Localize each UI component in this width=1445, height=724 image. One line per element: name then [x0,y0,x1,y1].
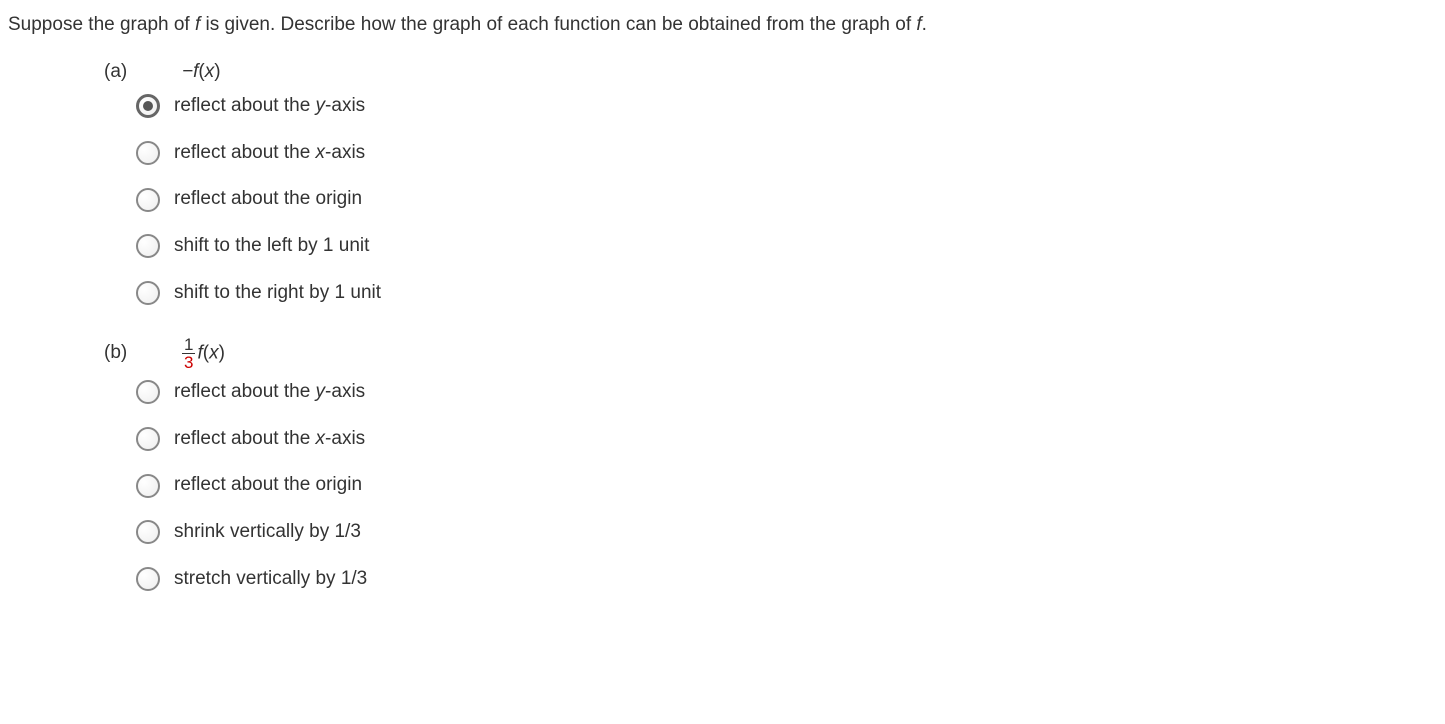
option-label: reflect about the x-axis [174,426,365,453]
opt-pre: shrink vertically by 1/3 [174,521,361,542]
part-a-option-2[interactable]: reflect about the x-axis [136,140,1437,167]
intro-text-mid: is given. Describe how the graph of each… [200,14,916,35]
option-label: shrink vertically by 1/3 [174,519,361,546]
option-label: reflect about the origin [174,186,362,213]
radio-icon [136,141,160,165]
opt-pre: reflect about the [174,95,316,116]
fraction-denominator: 3 [182,354,195,371]
radio-icon [136,567,160,591]
opt-pre: reflect about the [174,428,316,449]
intro-text-post: . [922,14,927,35]
part-a-option-4[interactable]: shift to the left by 1 unit [136,233,1437,260]
radio-icon [136,234,160,258]
option-label: reflect about the origin [174,472,362,499]
opt-post: -axis [325,95,365,116]
opt-pre: reflect about the origin [174,188,362,209]
part-b: (b) 1 3 f(x) reflect about the y-axis re… [104,336,1437,592]
option-label: reflect about the x-axis [174,140,365,167]
radio-icon [136,94,160,118]
radio-icon [136,281,160,305]
expr-x: x [205,61,215,82]
radio-icon [136,380,160,404]
fraction-numerator: 1 [182,336,195,354]
part-b-option-2[interactable]: reflect about the x-axis [136,426,1437,453]
part-a-header: (a) −f(x) [104,59,1437,86]
part-b-option-1[interactable]: reflect about the y-axis [136,379,1437,406]
opt-var: x [316,428,326,449]
radio-icon [136,427,160,451]
part-a: (a) −f(x) reflect about the y-axis refle… [104,59,1437,307]
part-a-option-1[interactable]: reflect about the y-axis [136,93,1437,120]
part-b-option-5[interactable]: stretch vertically by 1/3 [136,566,1437,593]
option-label: stretch vertically by 1/3 [174,566,367,593]
part-a-expression: −f(x) [182,59,221,86]
part-a-label: (a) [104,59,182,86]
opt-pre: reflect about the [174,381,316,402]
radio-icon [136,474,160,498]
opt-pre: shift to the right by 1 unit [174,282,381,303]
radio-icon [136,520,160,544]
opt-post: -axis [325,428,365,449]
opt-var: y [316,381,326,402]
fraction-one-third: 1 3 [182,336,195,371]
opt-post: -axis [325,381,365,402]
radio-icon [136,188,160,212]
intro-text-pre: Suppose the graph of [8,14,195,35]
option-label: reflect about the y-axis [174,379,365,406]
opt-var: x [316,142,326,163]
part-b-option-3[interactable]: reflect about the origin [136,472,1437,499]
option-label: shift to the left by 1 unit [174,233,369,260]
opt-pre: reflect about the origin [174,474,362,495]
part-b-label: (b) [104,340,182,367]
part-b-expression: 1 3 f(x) [182,336,225,371]
opt-post: -axis [325,142,365,163]
expr-close: ) [219,343,225,364]
expr-close: ) [214,61,220,82]
part-b-header: (b) 1 3 f(x) [104,336,1437,371]
expr-minus: − [182,61,193,82]
opt-pre: reflect about the [174,142,316,163]
option-label: shift to the right by 1 unit [174,280,381,307]
expr-x: x [209,343,219,364]
part-b-option-4[interactable]: shrink vertically by 1/3 [136,519,1437,546]
opt-pre: shift to the left by 1 unit [174,235,369,256]
opt-pre: stretch vertically by 1/3 [174,568,367,589]
part-a-option-5[interactable]: shift to the right by 1 unit [136,280,1437,307]
question-intro: Suppose the graph of f is given. Describ… [8,12,1437,39]
opt-var: y [316,95,326,116]
option-label: reflect about the y-axis [174,93,365,120]
part-a-option-3[interactable]: reflect about the origin [136,186,1437,213]
